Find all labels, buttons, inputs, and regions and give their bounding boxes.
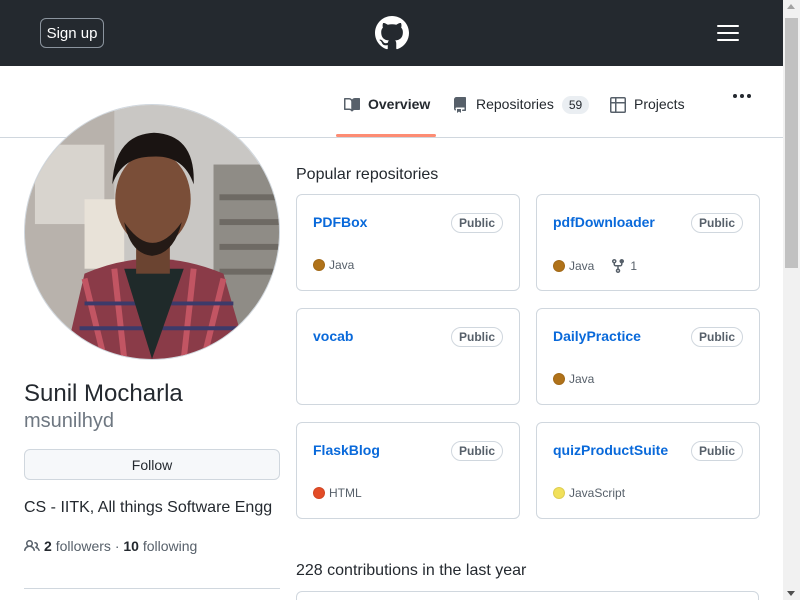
repo-name-link[interactable]: FlaskBlog <box>313 442 380 458</box>
visibility-badge: Public <box>690 441 743 461</box>
profile-full-name: Sunil Mocharla <box>24 380 183 407</box>
repo-name-link[interactable]: pdfDownloader <box>553 214 655 230</box>
repo-card: quizProductSuite Public JavaScript <box>536 422 760 519</box>
sign-up-button[interactable]: Sign up <box>40 18 104 48</box>
repo-card: vocab Public <box>296 308 520 405</box>
language-label: Java <box>329 258 355 272</box>
repositories-count-badge: 59 <box>561 96 590 114</box>
contributions-heading: 228 contributions in the last year <box>296 562 527 579</box>
language-color-dot <box>313 487 325 499</box>
scroll-down-arrow-icon[interactable] <box>787 591 795 596</box>
hamburger-icon[interactable] <box>717 24 739 42</box>
followers-label: followers <box>55 538 111 554</box>
follow-button[interactable]: Follow <box>24 449 280 480</box>
language-color-dot <box>313 259 325 271</box>
repo-name-link[interactable]: DailyPractice <box>553 328 641 344</box>
tab-overview[interactable]: Overview <box>344 96 430 132</box>
profile-bio: CS - IITK, All things Software Engg <box>24 499 273 516</box>
language-color-dot <box>553 260 565 272</box>
tab-projects-label: Projects <box>634 96 685 112</box>
repo-card: FlaskBlog Public HTML <box>296 422 520 519</box>
book-icon <box>344 97 360 112</box>
language-label: Java <box>569 372 595 386</box>
language-color-dot <box>553 373 565 385</box>
repo-language: Java <box>313 258 354 272</box>
language-label: HTML <box>329 486 362 500</box>
forks-link[interactable]: 1 <box>610 258 637 274</box>
repo-card: pdfDownloader Public Java 1 <box>536 194 760 291</box>
visibility-badge: Public <box>690 213 743 233</box>
repo-language: Java <box>553 372 594 386</box>
visibility-badge: Public <box>450 441 503 461</box>
tab-repositories[interactable]: Repositories 59 <box>452 96 590 132</box>
repo-language: HTML <box>313 486 362 500</box>
repo-name-link[interactable]: PDFBox <box>313 214 367 230</box>
profile-username: msunilhyd <box>24 410 115 432</box>
following-link[interactable]: 10 following <box>123 538 197 554</box>
repo-card: PDFBox Public Java <box>296 194 520 291</box>
forks-count: 1 <box>630 259 638 273</box>
tab-repositories-label: Repositories <box>476 96 554 112</box>
following-count: 10 <box>123 538 139 554</box>
people-icon <box>24 539 40 552</box>
follow-stats: 2 followers · 10 following <box>24 538 197 554</box>
visibility-badge: Public <box>690 327 743 347</box>
language-label: JavaScript <box>569 486 626 500</box>
visibility-badge: Public <box>450 213 503 233</box>
top-header: Sign up <box>0 0 783 66</box>
repo-icon <box>454 97 466 113</box>
visibility-badge: Public <box>450 327 503 347</box>
contributions-graph <box>296 591 759 600</box>
kebab-horizontal-icon[interactable] <box>733 94 753 100</box>
repo-forked-icon <box>612 259 625 274</box>
repo-language: JavaScript <box>553 486 625 500</box>
stats-separator: · <box>114 538 120 554</box>
repo-name-link[interactable]: vocab <box>313 328 353 344</box>
sidebar-divider <box>24 588 280 589</box>
vertical-scrollbar[interactable] <box>783 0 800 600</box>
followers-count: 2 <box>44 538 52 554</box>
scroll-up-arrow-icon[interactable] <box>787 4 795 9</box>
tab-overview-label: Overview <box>368 96 431 112</box>
scrollbar-thumb[interactable] <box>785 18 798 268</box>
language-color-dot <box>553 487 565 499</box>
github-mark-icon[interactable] <box>375 16 409 50</box>
repo-name-link[interactable]: quizProductSuite <box>553 442 668 458</box>
tab-projects[interactable]: Projects <box>610 96 685 132</box>
repo-language: Java 1 <box>553 258 637 274</box>
avatar <box>24 104 280 360</box>
followers-link[interactable]: 2 followers <box>44 538 111 554</box>
following-label: following <box>142 538 198 554</box>
repo-card: DailyPractice Public Java <box>536 308 760 405</box>
table-icon <box>610 97 626 113</box>
language-label: Java <box>569 259 595 273</box>
popular-repositories-heading: Popular repositories <box>296 166 439 183</box>
